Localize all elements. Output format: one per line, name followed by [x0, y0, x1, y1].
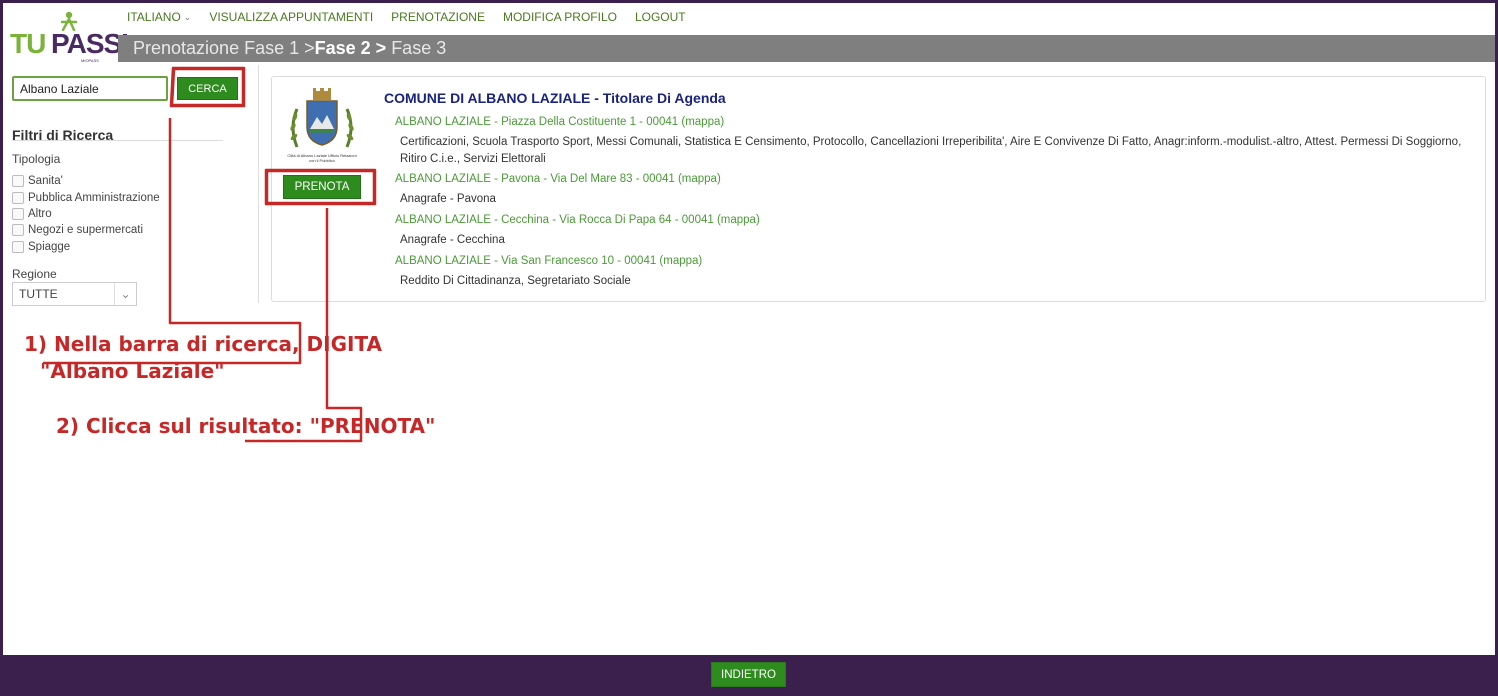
checkbox[interactable] [12, 207, 24, 220]
search-button[interactable]: CERCA [177, 77, 238, 100]
location-link[interactable]: ALBANO LAZIALE - Pavona - Via Del Mare 8… [395, 173, 721, 185]
region-label: Regione [12, 267, 57, 281]
nav-logout[interactable]: LOGOUT [635, 10, 686, 24]
checkbox[interactable] [12, 240, 24, 253]
typology-label: Tipologia [12, 152, 61, 166]
checkbox[interactable] [12, 175, 24, 188]
phase-2-current: Fase 2 > [314, 38, 387, 58]
logo[interactable]: TU PASSI MIOPASS [7, 11, 129, 63]
phase-3: Fase 3 [386, 38, 447, 58]
page-frame: TU PASSI MIOPASS ITALIANO ⌄ VISUALIZZA A… [3, 3, 1495, 655]
logo-text-right: PASSI [51, 28, 129, 59]
region-select[interactable]: TUTTE ⌄ [12, 282, 137, 306]
typology-options: Sanita' Pubblica Amministrazione Altro N… [12, 173, 160, 255]
location-link[interactable]: ALBANO LAZIALE - Cecchina - Via Rocca Di… [395, 214, 760, 226]
location-services: Reddito Di Cittadinanza, Segretariato So… [400, 275, 631, 287]
filters-divider [12, 140, 223, 141]
prenota-button[interactable]: PRENOTA [283, 175, 361, 199]
logo-tagline: MIOPASS [81, 58, 99, 63]
crest-caption: Città di Albano Laziale Ufficio Relazion… [287, 153, 357, 163]
typology-option-sanita[interactable]: Sanita' [12, 173, 160, 189]
logo-text-left: TU [10, 28, 46, 59]
phase-1: Prenotazione Fase 1 > [133, 38, 315, 58]
typology-option-label: Pubblica Amministrazione [28, 191, 160, 204]
search-input[interactable] [12, 76, 168, 101]
phase-breadcrumb: Prenotazione Fase 1 >Fase 2 > Fase 3 [118, 35, 1495, 62]
typology-option-negozi[interactable]: Negozi e supermercati [12, 222, 160, 238]
typology-option-label: Negozi e supermercati [28, 224, 144, 237]
typology-option-label: Altro [28, 207, 52, 220]
column-divider [258, 65, 259, 303]
agency-title[interactable]: COMUNE DI ALBANO LAZIALE - Titolare Di A… [384, 90, 726, 106]
top-nav: ITALIANO ⌄ VISUALIZZA APPUNTAMENTI PRENO… [127, 10, 686, 24]
region-select-value: TUTTE [19, 287, 58, 301]
location-services: Certificazioni, Scuola Trasporto Sport, … [400, 136, 1462, 165]
annotation-step-1-value: "Albano Laziale" [40, 359, 225, 383]
nav-profile[interactable]: MODIFICA PROFILO [503, 10, 617, 24]
nav-language-label: ITALIANO [127, 10, 181, 24]
typology-option-label: Spiagge [28, 240, 71, 253]
annotation-step-1: 1) Nella barra di ricerca, DIGITA [24, 332, 383, 356]
back-button[interactable]: INDIETRO [711, 662, 786, 687]
typology-option-altro[interactable]: Altro [12, 206, 160, 222]
nav-appointments[interactable]: VISUALIZZA APPUNTAMENTI [209, 10, 373, 24]
chevron-down-icon: ⌄ [183, 11, 192, 22]
location-services: Anagrafe - Pavona [400, 193, 496, 205]
checkbox[interactable] [12, 191, 24, 204]
result-card [271, 76, 1486, 302]
location-services: Anagrafe - Cecchina [400, 234, 505, 246]
nav-booking[interactable]: PRENOTAZIONE [391, 10, 485, 24]
nav-language-dropdown[interactable]: ITALIANO ⌄ [127, 10, 191, 24]
typology-option-label: Sanita' [28, 175, 63, 188]
chevron-down-icon: ⌄ [114, 283, 136, 305]
checkbox[interactable] [12, 224, 24, 237]
location-link[interactable]: ALBANO LAZIALE - Piazza Della Costituent… [395, 116, 724, 128]
typology-option-spiagge[interactable]: Spiagge [12, 239, 160, 255]
typology-option-pa[interactable]: Pubblica Amministrazione [12, 189, 160, 205]
location-link[interactable]: ALBANO LAZIALE - Via San Francesco 10 - … [395, 255, 702, 267]
annotation-step-2: 2) Clicca sul risultato: "PRENOTA" [56, 414, 436, 438]
